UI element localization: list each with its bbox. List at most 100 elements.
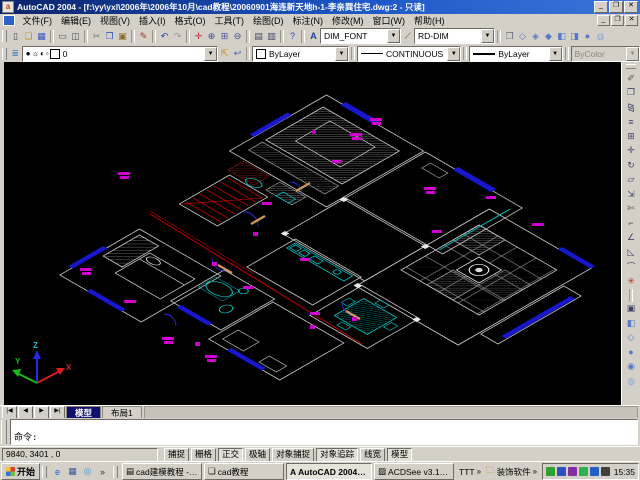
media-quicklaunch-icon[interactable]: ◎ bbox=[81, 465, 94, 478]
scene-icon[interactable]: ◧ bbox=[624, 316, 638, 331]
menu-window[interactable]: 窗口(W) bbox=[368, 14, 410, 27]
combo-dropdown-icon[interactable]: ▼ bbox=[204, 47, 217, 61]
cut-icon[interactable]: ✂ bbox=[90, 30, 103, 43]
band-decor-software[interactable]: 🗀 装饰软件 » bbox=[486, 465, 537, 479]
properties-icon[interactable]: ▤ bbox=[252, 30, 265, 43]
combo-dropdown-icon[interactable]: ▼ bbox=[387, 29, 400, 43]
explode-icon[interactable]: ✳ bbox=[624, 274, 638, 289]
new-icon[interactable]: ▯ bbox=[9, 30, 22, 43]
combo-dropdown-icon[interactable]: ▼ bbox=[549, 47, 562, 61]
menu-file[interactable]: 文件(F) bbox=[18, 14, 57, 27]
menu-modify[interactable]: 修改(M) bbox=[328, 14, 369, 27]
layer-lock-icon[interactable]: ◐ bbox=[40, 49, 45, 58]
move-icon[interactable]: ✛ bbox=[624, 144, 638, 159]
shade-gouraud-icon[interactable]: ◧ bbox=[555, 30, 568, 43]
dim-style-icon[interactable]: ⟋ bbox=[401, 30, 414, 43]
3d-views-icon[interactable]: ◇ bbox=[516, 30, 529, 43]
doc-close-button[interactable]: ✕ bbox=[625, 15, 638, 26]
extend-icon[interactable]: ⌐ bbox=[624, 216, 638, 231]
menu-draw[interactable]: 绘图(D) bbox=[249, 14, 289, 27]
hidden-icon[interactable]: ● bbox=[581, 30, 594, 43]
menu-help[interactable]: 帮助(H) bbox=[410, 14, 450, 27]
zoom-window-icon[interactable]: ⊞ bbox=[218, 30, 231, 43]
copy-clip-icon[interactable]: ❐ bbox=[103, 30, 116, 43]
restore-button[interactable]: ❐ bbox=[609, 1, 623, 13]
plot-preview-icon[interactable]: ◫ bbox=[69, 30, 82, 43]
drawing-canvas[interactable]: Z X Y bbox=[4, 62, 622, 405]
show-desktop-icon[interactable]: ▦ bbox=[66, 465, 79, 478]
tray-icon-3[interactable] bbox=[568, 467, 577, 476]
3d-orbit-icon[interactable]: ◈ bbox=[529, 30, 542, 43]
lineweight-combo[interactable]: ByLayer ▼ bbox=[469, 46, 562, 62]
tray-icon-5[interactable] bbox=[590, 467, 599, 476]
toolbar-grip[interactable] bbox=[626, 64, 636, 69]
menu-edit[interactable]: 编辑(E) bbox=[57, 14, 96, 27]
tray-icon-4[interactable] bbox=[579, 467, 588, 476]
dim-style-combo[interactable]: RD-DIM ▼ bbox=[414, 28, 495, 44]
command-window-grip[interactable] bbox=[1, 420, 7, 444]
command-input[interactable]: 命令: bbox=[10, 419, 638, 445]
layer-plot-icon[interactable]: ▫ bbox=[46, 49, 49, 58]
band-chevron-icon[interactable]: » bbox=[533, 467, 537, 476]
close-button[interactable]: ✕ bbox=[624, 1, 638, 13]
toolbar-grip[interactable] bbox=[2, 30, 7, 42]
text-style-icon[interactable]: A bbox=[307, 30, 320, 43]
color-combo[interactable]: ByLayer ▼ bbox=[252, 46, 349, 62]
designcenter-icon[interactable]: ▥ bbox=[265, 30, 278, 43]
tray-icon-2[interactable] bbox=[557, 467, 566, 476]
layer-on-icon[interactable]: ● bbox=[26, 49, 31, 58]
polar-toggle[interactable]: 极轴 bbox=[245, 448, 270, 462]
task-acdsee[interactable]: ▨ACDSee v3.1 - 20... bbox=[374, 463, 454, 480]
menu-view[interactable]: 视图(V) bbox=[96, 14, 135, 27]
plot-icon[interactable]: ▭ bbox=[56, 30, 69, 43]
band-ttt[interactable]: TTT » bbox=[459, 467, 481, 477]
make-object-layer-current-icon[interactable]: ⇱ bbox=[218, 47, 231, 60]
layer-combo[interactable]: ●☼◐▫ 0 ▼ bbox=[22, 46, 218, 62]
offset-icon[interactable]: ≡ bbox=[624, 115, 638, 130]
task-autocad[interactable]: AAutoCAD 2004 - [... bbox=[286, 463, 372, 480]
rotate-icon[interactable]: ↻ bbox=[624, 158, 638, 173]
menu-tools[interactable]: 工具(T) bbox=[210, 14, 249, 27]
paste-icon[interactable]: ▣ bbox=[116, 30, 129, 43]
layer-freeze-icon[interactable]: ☼ bbox=[32, 49, 39, 58]
trim-icon[interactable]: ✄ bbox=[624, 202, 638, 217]
combo-dropdown-icon[interactable]: ▼ bbox=[335, 47, 348, 61]
combo-dropdown-icon[interactable]: ▼ bbox=[481, 29, 494, 43]
light-icon[interactable]: ◇ bbox=[624, 331, 638, 346]
match-properties-icon[interactable]: ✎ bbox=[137, 30, 150, 43]
layer-previous-icon[interactable]: ↩ bbox=[231, 47, 244, 60]
grid-toggle[interactable]: 栅格 bbox=[191, 448, 216, 462]
copy-object-icon[interactable]: ❐ bbox=[624, 86, 638, 101]
array-icon[interactable]: ⊞ bbox=[624, 129, 638, 144]
osnap-toggle[interactable]: 对象捕捉 bbox=[272, 448, 314, 462]
zoom-previous-icon[interactable]: ⊖ bbox=[231, 30, 244, 43]
tray-icon-1[interactable] bbox=[546, 467, 555, 476]
quicklaunch-chevron[interactable]: » bbox=[96, 465, 109, 478]
minimize-button[interactable]: _ bbox=[594, 1, 608, 13]
open-icon[interactable]: ❏ bbox=[22, 30, 35, 43]
help-icon[interactable]: ? bbox=[286, 30, 299, 43]
model-toggle[interactable]: 模型 bbox=[387, 448, 412, 462]
zoom-realtime-icon[interactable]: ⊕ bbox=[205, 30, 218, 43]
text-style-combo[interactable]: DIM_FONT ▼ bbox=[320, 28, 401, 44]
stretch-icon[interactable]: ⇲ bbox=[624, 187, 638, 202]
break-icon[interactable]: ∠ bbox=[624, 231, 638, 246]
fillet-icon[interactable]: ⌒ bbox=[624, 260, 638, 275]
scale-icon[interactable]: ▱ bbox=[624, 173, 638, 188]
redo-icon[interactable]: ↷ bbox=[171, 30, 184, 43]
band-chevron-icon[interactable]: » bbox=[477, 467, 481, 476]
ie-quicklaunch-icon[interactable]: e bbox=[51, 465, 64, 478]
lineweight-toggle[interactable]: 线宽 bbox=[360, 448, 385, 462]
materials-icon[interactable]: ● bbox=[624, 345, 638, 360]
combo-dropdown-icon[interactable]: ▼ bbox=[447, 47, 460, 61]
doc-restore-button[interactable]: ❐ bbox=[611, 15, 624, 26]
snap-toggle[interactable]: 捕捉 bbox=[164, 448, 189, 462]
erase-icon[interactable]: ✐ bbox=[624, 71, 638, 86]
save-icon[interactable]: ▦ bbox=[35, 30, 48, 43]
otrack-toggle[interactable]: 对象追踪 bbox=[316, 448, 358, 462]
layers-manager-icon[interactable]: ≣ bbox=[9, 47, 22, 60]
linetype-combo[interactable]: CONTINUOUS ▼ bbox=[357, 46, 461, 62]
doc-minimize-button[interactable]: _ bbox=[597, 15, 610, 26]
image-icon[interactable]: ▣ bbox=[624, 302, 638, 317]
start-button[interactable]: 开始 bbox=[1, 463, 40, 480]
